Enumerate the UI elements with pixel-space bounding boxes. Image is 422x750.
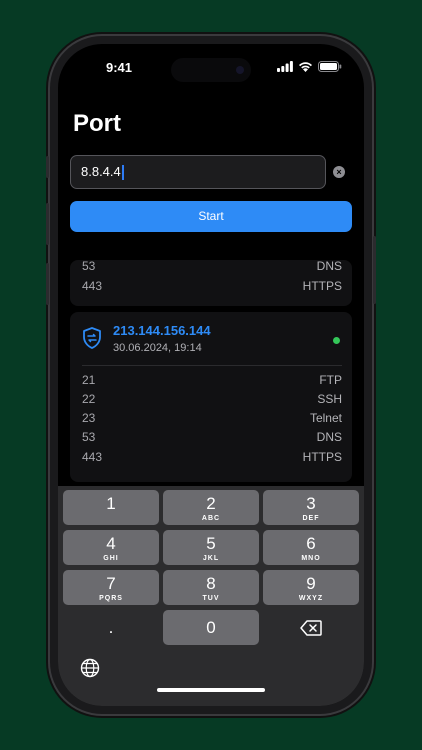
port-service: Telnet — [309, 411, 342, 425]
home-indicator[interactable] — [157, 688, 265, 692]
wifi-icon — [299, 62, 312, 72]
battery-icon — [318, 61, 342, 72]
status-bar: 9:41 — [58, 58, 364, 82]
phone-screen: 9:41 Port 8.8.4.4 × Start 53 DNS 443 HTT… — [58, 44, 364, 706]
camera-dot — [236, 66, 244, 74]
port-service: HTTPS — [302, 450, 342, 464]
port-number: 53 — [82, 260, 96, 273]
key-5[interactable]: 5 JKL — [163, 530, 259, 565]
port-service: HTTPS — [302, 279, 342, 293]
port-service: DNS — [316, 260, 342, 273]
side-button-volume-up — [46, 203, 49, 245]
result-timestamp: 30.06.2024, 19:14 — [113, 342, 202, 354]
previous-result-card: 53 DNS 443 HTTPS — [70, 260, 352, 306]
key-3[interactable]: 3 DEF — [263, 490, 359, 525]
clear-input-icon[interactable]: × — [333, 166, 345, 178]
globe-icon[interactable] — [80, 658, 100, 678]
divider — [82, 365, 342, 366]
port-number: 21 — [82, 373, 96, 387]
port-row: 53 DNS — [82, 430, 342, 448]
port-number: 443 — [82, 450, 103, 464]
page-title: Port — [73, 110, 121, 137]
key-2[interactable]: 2 ABC — [163, 490, 259, 525]
shield-icon — [83, 327, 101, 349]
port-number: 443 — [82, 279, 103, 293]
ip-input-value: 8.8.4.4 — [81, 164, 121, 179]
key-6[interactable]: 6 MNO — [263, 530, 359, 565]
port-row: 23 Telnet — [82, 411, 342, 429]
port-service: FTP — [319, 373, 342, 387]
numeric-keypad: 1 2 ABC 3 DEF 4 GHI 5 JKL 6 MNO 7 PQRS 8 — [58, 486, 364, 706]
key-0[interactable]: 0 — [163, 610, 259, 645]
delete-key[interactable] — [263, 610, 359, 645]
key-dot[interactable]: . — [63, 610, 159, 645]
result-card[interactable]: 213.144.156.144 30.06.2024, 19:14 21 FTP… — [70, 312, 352, 482]
port-row: 21 FTP — [82, 373, 342, 391]
port-number: 22 — [82, 392, 96, 406]
port-row: 443 HTTPS — [82, 450, 342, 468]
result-ip-address: 213.144.156.144 — [113, 323, 211, 338]
port-row: 53 DNS — [82, 260, 342, 277]
port-number: 23 — [82, 411, 96, 425]
status-icons — [277, 61, 342, 72]
key-8[interactable]: 8 TUV — [163, 570, 259, 605]
side-button-silent — [46, 156, 49, 178]
ip-input[interactable]: 8.8.4.4 — [70, 155, 326, 189]
text-caret — [121, 165, 124, 181]
side-button-power — [373, 236, 376, 304]
key-1[interactable]: 1 — [63, 490, 159, 525]
key-9[interactable]: 9 WXYZ — [263, 570, 359, 605]
online-status-dot — [333, 337, 340, 344]
backspace-icon — [300, 620, 322, 636]
port-service: SSH — [317, 392, 342, 406]
status-time: 9:41 — [106, 60, 133, 75]
port-row: 22 SSH — [82, 392, 342, 410]
port-number: 53 — [82, 430, 96, 444]
key-4[interactable]: 4 GHI — [63, 530, 159, 565]
side-button-volume-down — [46, 263, 49, 305]
cellular-signal-icon — [277, 61, 293, 72]
port-row: 443 HTTPS — [82, 279, 342, 297]
start-button[interactable]: Start — [70, 201, 352, 232]
port-service: DNS — [316, 430, 342, 444]
key-7[interactable]: 7 PQRS — [63, 570, 159, 605]
